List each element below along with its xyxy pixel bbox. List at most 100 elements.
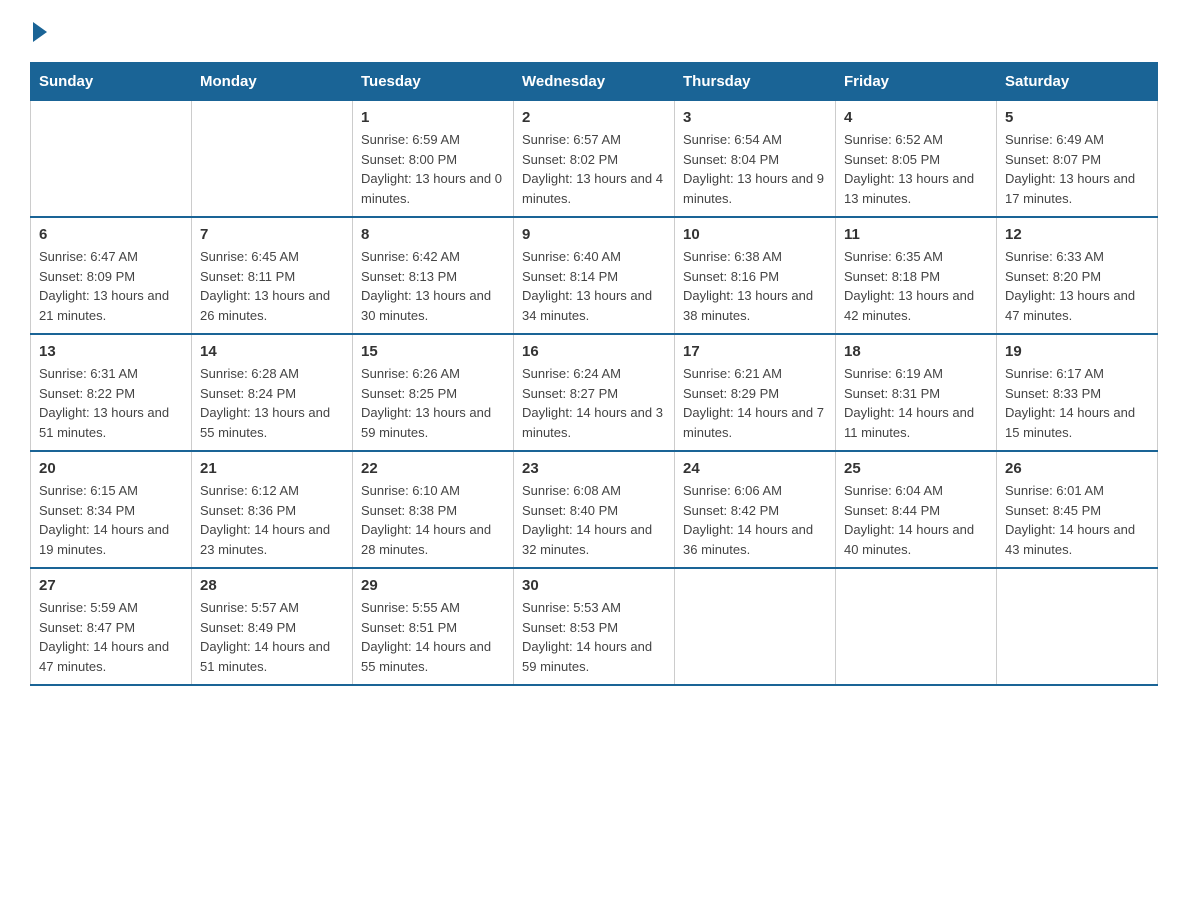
calendar-cell: 18 Sunrise: 6:19 AMSunset: 8:31 PMDayligh… xyxy=(836,334,997,451)
calendar-cell: 5 Sunrise: 6:49 AMSunset: 8:07 PMDaylight… xyxy=(997,101,1158,218)
weekday-header-tuesday: Tuesday xyxy=(353,63,514,101)
day-number: 9 xyxy=(522,226,666,243)
day-info: Sunrise: 6:12 AMSunset: 8:36 PMDaylight:… xyxy=(200,481,344,559)
calendar-week-row: 1Sunrise: 6:59 AMSunset: 8:00 PMDaylight… xyxy=(31,101,1158,218)
day-number: 4 xyxy=(844,109,988,126)
day-number: 11 xyxy=(844,226,988,243)
calendar-cell: 22Sunrise: 6:10 AMSunset: 8:38 PMDayligh… xyxy=(353,451,514,568)
day-info: Sunrise: 6:57 AMSunset: 8:02 PMDaylight:… xyxy=(522,130,666,208)
day-info: Sunrise: 6:26 AMSunset: 8:25 PMDaylight:… xyxy=(361,364,505,442)
day-number: 28 xyxy=(200,577,344,594)
calendar-cell: 20Sunrise: 6:15 AMSunset: 8:34 PMDayligh… xyxy=(31,451,192,568)
day-number: 20 xyxy=(39,460,183,477)
day-info: Sunrise: 6:52 AMSunset: 8:05 PMDaylight:… xyxy=(844,130,988,208)
day-number: 15 xyxy=(361,343,505,360)
day-info: Sunrise: 6:40 AMSunset: 8:14 PMDaylight:… xyxy=(522,247,666,325)
day-number: 30 xyxy=(522,577,666,594)
calendar-cell: 28 Sunrise: 5:57 AMSunset: 8:49 PMDayligh… xyxy=(192,568,353,685)
calendar-cell xyxy=(836,568,997,685)
day-number: 2 xyxy=(522,109,666,126)
day-number: 27 xyxy=(39,577,183,594)
day-info: Sunrise: 6:28 AMSunset: 8:24 PMDaylight:… xyxy=(200,364,344,442)
calendar-cell xyxy=(675,568,836,685)
calendar-cell: 2 Sunrise: 6:57 AMSunset: 8:02 PMDaylight… xyxy=(514,101,675,218)
day-info: Sunrise: 5:59 AMSunset: 8:47 PMDaylight:… xyxy=(39,598,183,676)
day-info: Sunrise: 6:49 AMSunset: 8:07 PMDaylight:… xyxy=(1005,130,1149,208)
day-info: Sunrise: 6:42 AMSunset: 8:13 PMDaylight:… xyxy=(361,247,505,325)
day-info: Sunrise: 6:31 AMSunset: 8:22 PMDaylight:… xyxy=(39,364,183,442)
calendar-cell: 9 Sunrise: 6:40 AMSunset: 8:14 PMDaylight… xyxy=(514,217,675,334)
day-info: Sunrise: 6:35 AMSunset: 8:18 PMDaylight:… xyxy=(844,247,988,325)
calendar-cell: 4 Sunrise: 6:52 AMSunset: 8:05 PMDaylight… xyxy=(836,101,997,218)
weekday-header-wednesday: Wednesday xyxy=(514,63,675,101)
calendar-cell: 7 Sunrise: 6:45 AMSunset: 8:11 PMDaylight… xyxy=(192,217,353,334)
calendar-cell: 19 Sunrise: 6:17 AMSunset: 8:33 PMDayligh… xyxy=(997,334,1158,451)
day-info: Sunrise: 6:45 AMSunset: 8:11 PMDaylight:… xyxy=(200,247,344,325)
calendar-cell xyxy=(192,101,353,218)
calendar-week-row: 6 Sunrise: 6:47 AMSunset: 8:09 PMDaylight… xyxy=(31,217,1158,334)
day-number: 8 xyxy=(361,226,505,243)
calendar-cell: 24 Sunrise: 6:06 AMSunset: 8:42 PMDayligh… xyxy=(675,451,836,568)
day-number: 16 xyxy=(522,343,666,360)
weekday-header-monday: Monday xyxy=(192,63,353,101)
weekday-header-thursday: Thursday xyxy=(675,63,836,101)
day-number: 29 xyxy=(361,577,505,594)
day-number: 25 xyxy=(844,460,988,477)
day-info: Sunrise: 6:47 AMSunset: 8:09 PMDaylight:… xyxy=(39,247,183,325)
day-info: Sunrise: 6:04 AMSunset: 8:44 PMDaylight:… xyxy=(844,481,988,559)
day-number: 3 xyxy=(683,109,827,126)
calendar-cell: 11 Sunrise: 6:35 AMSunset: 8:18 PMDayligh… xyxy=(836,217,997,334)
day-number: 1 xyxy=(361,109,505,126)
calendar-cell: 25 Sunrise: 6:04 AMSunset: 8:44 PMDayligh… xyxy=(836,451,997,568)
day-number: 7 xyxy=(200,226,344,243)
day-info: Sunrise: 6:01 AMSunset: 8:45 PMDaylight:… xyxy=(1005,481,1149,559)
day-number: 19 xyxy=(1005,343,1149,360)
calendar-cell: 21 Sunrise: 6:12 AMSunset: 8:36 PMDayligh… xyxy=(192,451,353,568)
day-info: Sunrise: 5:53 AMSunset: 8:53 PMDaylight:… xyxy=(522,598,666,676)
calendar-week-row: 13 Sunrise: 6:31 AMSunset: 8:22 PMDayligh… xyxy=(31,334,1158,451)
weekday-header-friday: Friday xyxy=(836,63,997,101)
day-info: Sunrise: 5:55 AMSunset: 8:51 PMDaylight:… xyxy=(361,598,505,676)
weekday-header-sunday: Sunday xyxy=(31,63,192,101)
day-number: 13 xyxy=(39,343,183,360)
day-info: Sunrise: 6:21 AMSunset: 8:29 PMDaylight:… xyxy=(683,364,827,442)
calendar-cell: 16 Sunrise: 6:24 AMSunset: 8:27 PMDayligh… xyxy=(514,334,675,451)
day-info: Sunrise: 6:33 AMSunset: 8:20 PMDaylight:… xyxy=(1005,247,1149,325)
calendar-cell: 13 Sunrise: 6:31 AMSunset: 8:22 PMDayligh… xyxy=(31,334,192,451)
day-info: Sunrise: 6:08 AMSunset: 8:40 PMDaylight:… xyxy=(522,481,666,559)
calendar-cell: 1Sunrise: 6:59 AMSunset: 8:00 PMDaylight… xyxy=(353,101,514,218)
calendar-cell: 3 Sunrise: 6:54 AMSunset: 8:04 PMDaylight… xyxy=(675,101,836,218)
day-number: 10 xyxy=(683,226,827,243)
day-info: Sunrise: 6:54 AMSunset: 8:04 PMDaylight:… xyxy=(683,130,827,208)
calendar-cell: 15 Sunrise: 6:26 AMSunset: 8:25 PMDayligh… xyxy=(353,334,514,451)
day-info: Sunrise: 6:17 AMSunset: 8:33 PMDaylight:… xyxy=(1005,364,1149,442)
day-number: 21 xyxy=(200,460,344,477)
calendar-table: SundayMondayTuesdayWednesdayThursdayFrid… xyxy=(30,62,1158,686)
day-number: 17 xyxy=(683,343,827,360)
calendar-cell: 8 Sunrise: 6:42 AMSunset: 8:13 PMDaylight… xyxy=(353,217,514,334)
logo-arrow-icon xyxy=(33,22,47,42)
day-info: Sunrise: 6:38 AMSunset: 8:16 PMDaylight:… xyxy=(683,247,827,325)
day-info: Sunrise: 6:24 AMSunset: 8:27 PMDaylight:… xyxy=(522,364,666,442)
calendar-header-row: SundayMondayTuesdayWednesdayThursdayFrid… xyxy=(31,63,1158,101)
day-info: Sunrise: 6:19 AMSunset: 8:31 PMDaylight:… xyxy=(844,364,988,442)
calendar-cell: 12Sunrise: 6:33 AMSunset: 8:20 PMDayligh… xyxy=(997,217,1158,334)
calendar-cell: 14Sunrise: 6:28 AMSunset: 8:24 PMDayligh… xyxy=(192,334,353,451)
day-number: 6 xyxy=(39,226,183,243)
calendar-cell xyxy=(997,568,1158,685)
day-info: Sunrise: 5:57 AMSunset: 8:49 PMDaylight:… xyxy=(200,598,344,676)
calendar-week-row: 20Sunrise: 6:15 AMSunset: 8:34 PMDayligh… xyxy=(31,451,1158,568)
day-number: 24 xyxy=(683,460,827,477)
day-number: 5 xyxy=(1005,109,1149,126)
calendar-cell: 10 Sunrise: 6:38 AMSunset: 8:16 PMDayligh… xyxy=(675,217,836,334)
calendar-cell xyxy=(31,101,192,218)
calendar-cell: 17 Sunrise: 6:21 AMSunset: 8:29 PMDayligh… xyxy=(675,334,836,451)
calendar-cell: 23Sunrise: 6:08 AMSunset: 8:40 PMDayligh… xyxy=(514,451,675,568)
calendar-week-row: 27 Sunrise: 5:59 AMSunset: 8:47 PMDayligh… xyxy=(31,568,1158,685)
day-info: Sunrise: 6:06 AMSunset: 8:42 PMDaylight:… xyxy=(683,481,827,559)
calendar-cell: 30 Sunrise: 5:53 AMSunset: 8:53 PMDayligh… xyxy=(514,568,675,685)
day-number: 18 xyxy=(844,343,988,360)
day-info: Sunrise: 6:10 AMSunset: 8:38 PMDaylight:… xyxy=(361,481,505,559)
day-number: 26 xyxy=(1005,460,1149,477)
logo xyxy=(30,20,47,42)
